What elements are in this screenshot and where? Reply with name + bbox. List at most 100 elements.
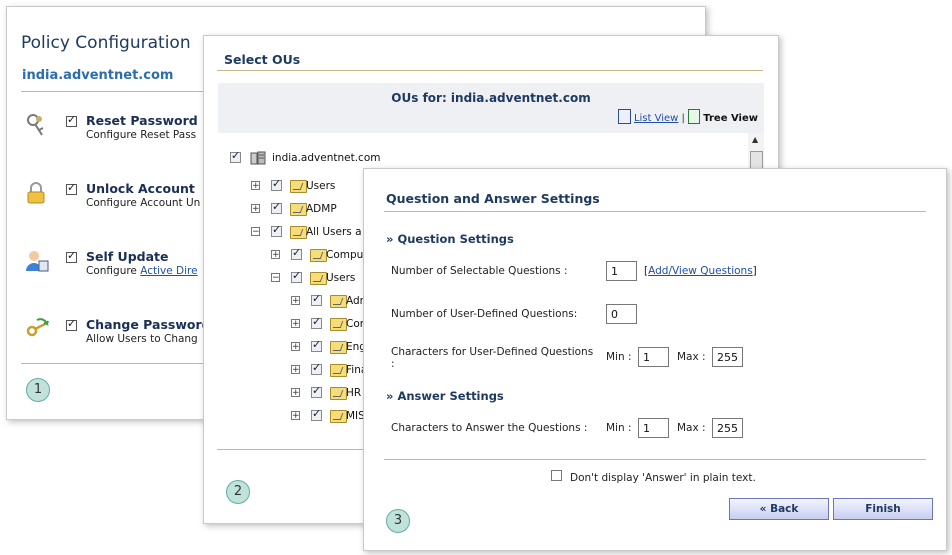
reset-password-checkbox[interactable] xyxy=(66,113,77,127)
self-update-title: Self Update xyxy=(86,249,169,264)
folder-icon xyxy=(290,180,307,193)
add-view-questions-link[interactable]: Add/View Questions xyxy=(648,265,753,277)
folder-icon xyxy=(330,364,347,377)
change-password-desc: Allow Users to Chang xyxy=(86,333,198,345)
reset-password-title: Reset Password xyxy=(86,113,198,128)
divider xyxy=(384,459,926,460)
double-chevron-icon: » xyxy=(386,232,394,246)
min-label: Min : xyxy=(606,351,632,363)
min-label: Min : xyxy=(606,422,632,434)
view-separator: | xyxy=(681,113,685,124)
expand-icon[interactable]: + xyxy=(291,365,300,375)
tree-view-icon xyxy=(688,109,701,124)
plain-text-label: Don't display 'Answer' in plain text. xyxy=(570,472,756,484)
keys-icon xyxy=(25,113,47,142)
key-arrow-icon xyxy=(25,317,49,346)
ous-header-title: OUs for: india.adventnet.com xyxy=(391,91,591,105)
folder-icon xyxy=(330,318,347,331)
tree-checkbox[interactable] xyxy=(311,361,322,375)
server-icon xyxy=(250,151,266,165)
step-badge-2: 2 xyxy=(226,480,250,504)
back-button[interactable]: « Back xyxy=(729,498,829,520)
tree-node-label: All Users a xyxy=(306,226,362,238)
tree-node-label: ADMP xyxy=(306,203,337,215)
expand-icon[interactable]: + xyxy=(271,250,280,260)
tree-checkbox[interactable] xyxy=(311,384,322,398)
folder-icon xyxy=(310,249,327,262)
unlock-account-checkbox[interactable] xyxy=(66,181,77,195)
user-max-input[interactable] xyxy=(712,347,743,367)
user-defined-questions-input[interactable] xyxy=(606,304,637,324)
tree-node-label: HR xyxy=(346,387,362,399)
max-label: Max : xyxy=(677,422,706,434)
chars-user-defined-colon: : xyxy=(391,358,395,370)
finish-button[interactable]: Finish xyxy=(833,498,933,520)
change-password-title: Change Password xyxy=(86,317,211,332)
tree-node-label: Users xyxy=(306,180,336,192)
expand-icon[interactable]: + xyxy=(291,342,300,352)
selectable-questions-input[interactable] xyxy=(606,261,637,281)
ous-header: OUs for: india.adventnet.com List View |… xyxy=(218,83,764,133)
change-password-checkbox[interactable] xyxy=(66,317,77,331)
tree-checkbox[interactable] xyxy=(291,269,302,283)
user-defined-questions-label: Number of User-Defined Questions: xyxy=(391,308,578,320)
plain-text-checkbox[interactable] xyxy=(551,470,562,481)
scroll-up-icon[interactable]: ▲ xyxy=(752,135,758,144)
divider xyxy=(21,363,211,364)
folder-icon xyxy=(330,341,347,354)
policy-item-reset-password: Reset Password Configure Reset Pass xyxy=(21,113,211,143)
expand-icon[interactable]: + xyxy=(291,319,300,329)
tree-checkbox[interactable] xyxy=(271,177,282,191)
tree-node-label: india.adventnet.com xyxy=(272,152,381,164)
unlock-account-desc: Configure Account Un xyxy=(86,197,201,209)
expand-icon[interactable]: + xyxy=(291,296,300,306)
tree-checkbox[interactable] xyxy=(230,149,241,163)
tree-checkbox[interactable] xyxy=(271,223,282,237)
list-view-icon xyxy=(617,109,631,124)
answer-max-input[interactable] xyxy=(712,418,743,438)
list-view-link[interactable]: List View xyxy=(634,113,678,124)
expand-icon[interactable]: + xyxy=(291,411,300,421)
user-min-input[interactable] xyxy=(638,347,669,367)
unlock-account-title: Unlock Account xyxy=(86,181,195,196)
collapse-icon[interactable]: − xyxy=(271,273,280,283)
tree-view-link[interactable]: Tree View xyxy=(703,113,758,124)
expand-icon[interactable]: + xyxy=(251,181,260,191)
tree-checkbox[interactable] xyxy=(311,315,322,329)
padlock-icon xyxy=(25,181,47,210)
tree-node-label: Users xyxy=(326,272,356,284)
user-icon xyxy=(25,249,49,278)
step-badge-1: 1 xyxy=(26,378,50,402)
tree-checkbox[interactable] xyxy=(311,407,322,421)
step-badge-3: 3 xyxy=(386,509,410,533)
tree-node-label: MIS xyxy=(346,410,365,422)
folder-icon xyxy=(310,272,327,285)
question-settings-label: Question Settings xyxy=(397,232,514,246)
question-settings-heading: » Question Settings xyxy=(386,232,514,246)
qa-settings-title: Question and Answer Settings xyxy=(386,191,600,206)
qa-settings-panel: Question and Answer Settings » Question … xyxy=(363,168,947,551)
self-update-desc-text: Configure xyxy=(86,265,141,277)
expand-icon[interactable]: + xyxy=(291,388,300,398)
active-directory-link[interactable]: Active Dire xyxy=(140,265,197,277)
folder-icon xyxy=(290,203,307,216)
folder-icon xyxy=(330,410,347,423)
select-ous-title: Select OUs xyxy=(224,52,301,67)
chars-user-defined-label: Characters for User-Defined Questions xyxy=(391,346,594,358)
folder-icon xyxy=(290,226,307,239)
self-update-checkbox[interactable] xyxy=(66,249,77,263)
tree-checkbox[interactable] xyxy=(291,246,302,260)
tree-checkbox[interactable] xyxy=(271,200,282,214)
chars-answer-label: Characters to Answer the Questions : xyxy=(391,422,588,434)
collapse-icon[interactable]: − xyxy=(251,227,260,237)
answer-settings-label: Answer Settings xyxy=(397,389,504,403)
bracket-close: ] xyxy=(752,265,757,277)
tree-checkbox[interactable] xyxy=(311,292,322,306)
folder-icon xyxy=(330,295,347,308)
view-switcher: List View | Tree View xyxy=(617,109,758,124)
expand-icon[interactable]: + xyxy=(251,204,260,214)
selectable-questions-label: Number of Selectable Questions : xyxy=(391,265,568,277)
reset-password-desc: Configure Reset Pass xyxy=(86,129,197,141)
answer-min-input[interactable] xyxy=(638,418,669,438)
tree-checkbox[interactable] xyxy=(311,338,322,352)
